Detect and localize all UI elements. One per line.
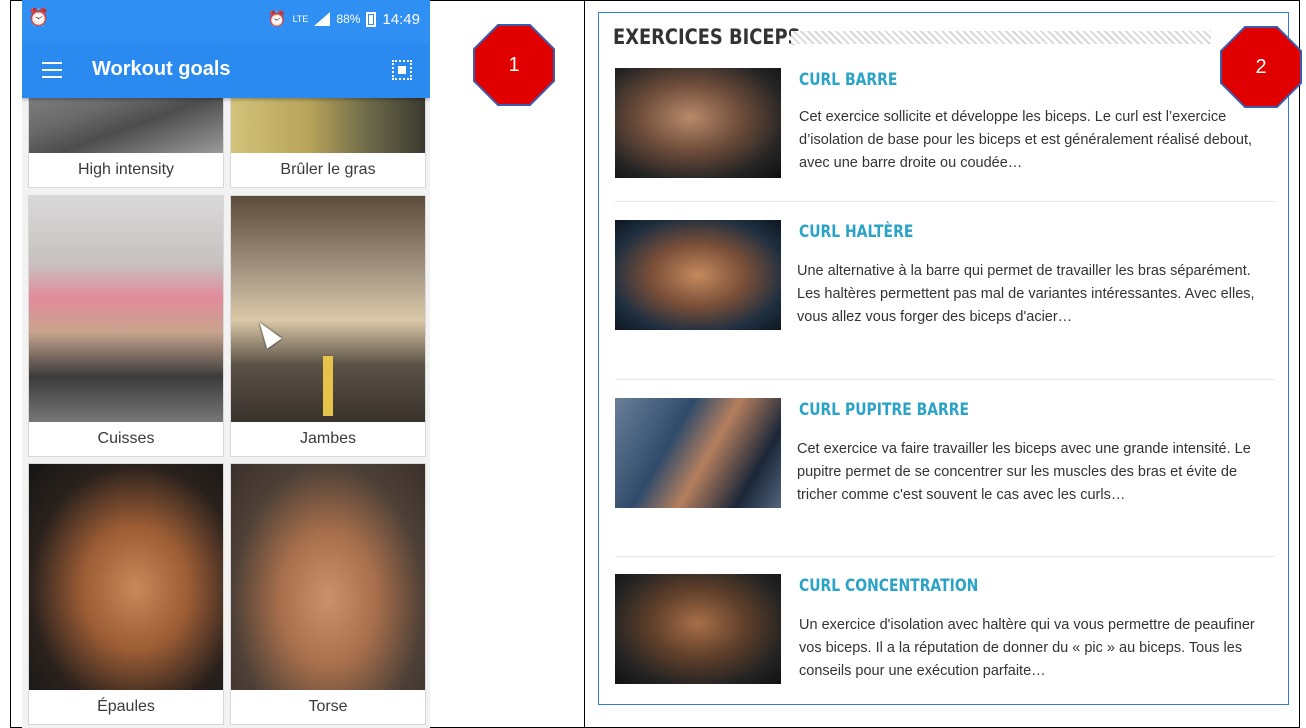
status-bar: ⏰ ⏰ LTE 88% 14:49 [22, 0, 430, 44]
running-road-photo [231, 196, 425, 422]
item-title-link[interactable]: CURL PUPITRE BARRE [799, 400, 969, 420]
marker-1: 1 [475, 26, 553, 104]
curl-barre-photo[interactable] [615, 68, 781, 178]
phone-screen: ⏰ ⏰ LTE 88% 14:49 Workout goals High int… [22, 0, 430, 728]
alarm-icon: ⏰ [267, 11, 287, 28]
heading-hatch-decoration [791, 31, 1211, 44]
article-panel: EXERCICES BICEPS CURL BARRE Cet exercice… [598, 12, 1289, 705]
status-right: ⏰ LTE 88% 14:49 [267, 10, 420, 29]
article-heading: EXERCICES BICEPS [613, 25, 801, 49]
goal-card-cuisses[interactable]: Cuisses [28, 195, 224, 457]
app-title: Workout goals [92, 58, 231, 80]
goal-label: Jambes [231, 422, 425, 456]
app-bar: Workout goals [22, 44, 430, 98]
item-title-link[interactable]: CURL HALTÈRE [799, 222, 913, 242]
back-shoulders-photo [29, 464, 223, 690]
menu-icon[interactable] [42, 62, 62, 78]
goal-label: Torse [231, 690, 425, 724]
network-type: LTE [292, 13, 309, 24]
goal-card-epaules[interactable]: Épaules [28, 463, 224, 725]
battery-icon [366, 11, 377, 27]
clock: 14:49 [382, 10, 420, 28]
goal-label: High intensity [29, 153, 223, 187]
item-title-link[interactable]: CURL CONCENTRATION [799, 576, 978, 596]
separator [615, 556, 1275, 557]
goal-label: Brûler le gras [231, 153, 425, 187]
curl-concentration-photo[interactable] [615, 574, 781, 684]
battery-percent: 88% [336, 12, 361, 26]
item-description: Cet exercice sollicite et développe les … [799, 109, 1253, 171]
select-icon[interactable] [392, 60, 412, 80]
separator [615, 379, 1275, 380]
torso-photo [231, 464, 425, 690]
item-description: Une alternative à la barre qui permet de… [797, 263, 1255, 325]
separator [615, 201, 1275, 202]
alarm-icon: ⏰ [28, 8, 50, 27]
runner-woman-photo [29, 196, 223, 422]
item-title-link[interactable]: CURL BARRE [799, 70, 897, 90]
item-description: Un exercice d'isolation avec haltère qui… [799, 617, 1255, 679]
goal-label: Cuisses [29, 422, 223, 456]
item-description: Cet exercice va faire travailler les bic… [797, 441, 1251, 503]
goal-card-torse[interactable]: Torse [230, 463, 426, 725]
signal-icon [314, 12, 331, 26]
panel-divider [584, 0, 585, 728]
goal-label: Épaules [29, 690, 223, 724]
